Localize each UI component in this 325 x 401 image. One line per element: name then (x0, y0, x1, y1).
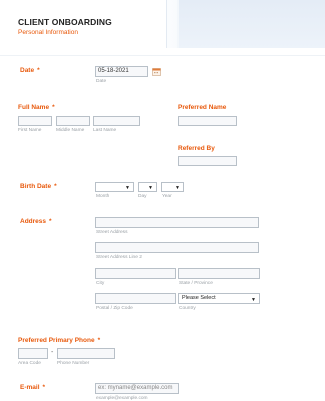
postal-code-input[interactable] (95, 293, 176, 304)
address-label-text: Address (20, 218, 47, 225)
required-mark: * (42, 384, 46, 391)
referred-by-input[interactable] (178, 156, 237, 166)
last-name-input[interactable] (93, 116, 140, 126)
birth-month-sublabel: Month (96, 194, 110, 199)
required-mark: * (49, 218, 52, 225)
street-address-sublabel: Street Address (96, 230, 128, 235)
date-input[interactable]: 05-18-2021 (95, 66, 148, 77)
birth-year-select[interactable]: ▼ (161, 182, 184, 192)
last-name-sublabel: Last Name (93, 128, 117, 133)
header-divider (0, 55, 325, 56)
phone-label-text: Preferred Primary Phone (18, 337, 95, 344)
middle-name-input[interactable] (56, 116, 90, 126)
address-label: Address * (20, 218, 52, 225)
phone-label: Preferred Primary Phone * (18, 337, 100, 344)
email-placeholder: ex: myname@example.com (98, 385, 173, 391)
referred-by-label: Referred By (178, 145, 215, 152)
birth-day-select[interactable]: ▼ (138, 182, 157, 192)
street-address-line2-sublabel: Street Address Line 2 (96, 255, 142, 260)
required-mark: * (37, 67, 40, 74)
date-sublabel: Date (96, 79, 107, 84)
birth-year-sublabel: Year (162, 194, 172, 199)
email-sublabel: example@example.com (96, 396, 148, 401)
area-code-sublabel: Area Code (18, 361, 41, 366)
phone-separator: - (51, 349, 54, 356)
city-input[interactable] (95, 268, 176, 279)
preferred-name-label: Preferred Name (178, 104, 227, 111)
email-label: E-mail * (20, 384, 45, 391)
date-label-text: Date (20, 67, 35, 74)
birth-day-sublabel: Day (138, 194, 147, 199)
form-title: CLIENT ONBOARDING (18, 17, 112, 27)
chevron-down-icon: ▼ (175, 185, 180, 191)
birth-date-label-text: Birth Date (20, 183, 52, 190)
preferred-name-input[interactable] (178, 116, 237, 126)
calendar-icon[interactable] (152, 67, 161, 76)
required-mark: * (97, 337, 101, 344)
form-subtitle: Personal Information (18, 29, 78, 36)
first-name-input[interactable] (18, 116, 52, 126)
required-mark: * (52, 104, 55, 111)
birth-date-label: Birth Date * (20, 183, 57, 190)
state-input[interactable] (178, 268, 260, 279)
state-sublabel: State / Province (179, 281, 213, 286)
postal-code-sublabel: Postal / Zip Code (96, 306, 133, 311)
phone-number-input[interactable] (57, 348, 115, 359)
date-input-value: 05-18-2021 (98, 68, 129, 74)
email-label-text: E-mail (20, 384, 40, 391)
first-name-sublabel: First Name (18, 128, 42, 133)
chevron-down-icon: ▼ (125, 185, 130, 191)
header-decoration (177, 0, 325, 48)
chevron-down-icon: ▼ (251, 297, 256, 303)
required-mark: * (54, 183, 57, 190)
street-address-input[interactable] (95, 217, 259, 228)
full-name-label-text: Full Name (18, 104, 50, 111)
email-input[interactable]: ex: myname@example.com (95, 383, 179, 394)
country-sublabel: Country (179, 306, 196, 311)
full-name-label: Full Name * (18, 104, 55, 111)
country-select[interactable]: Please Select ▼ (178, 293, 260, 304)
country-select-value: Please Select (182, 295, 216, 301)
date-label: Date * (20, 67, 40, 74)
phone-number-sublabel: Phone Number (57, 361, 90, 366)
area-code-input[interactable] (18, 348, 48, 359)
middle-name-sublabel: Middle Name (56, 128, 85, 133)
birth-month-select[interactable]: ▼ (95, 182, 134, 192)
street-address-line2-input[interactable] (95, 242, 259, 253)
city-sublabel: City (96, 281, 105, 286)
chevron-down-icon: ▼ (148, 185, 153, 191)
